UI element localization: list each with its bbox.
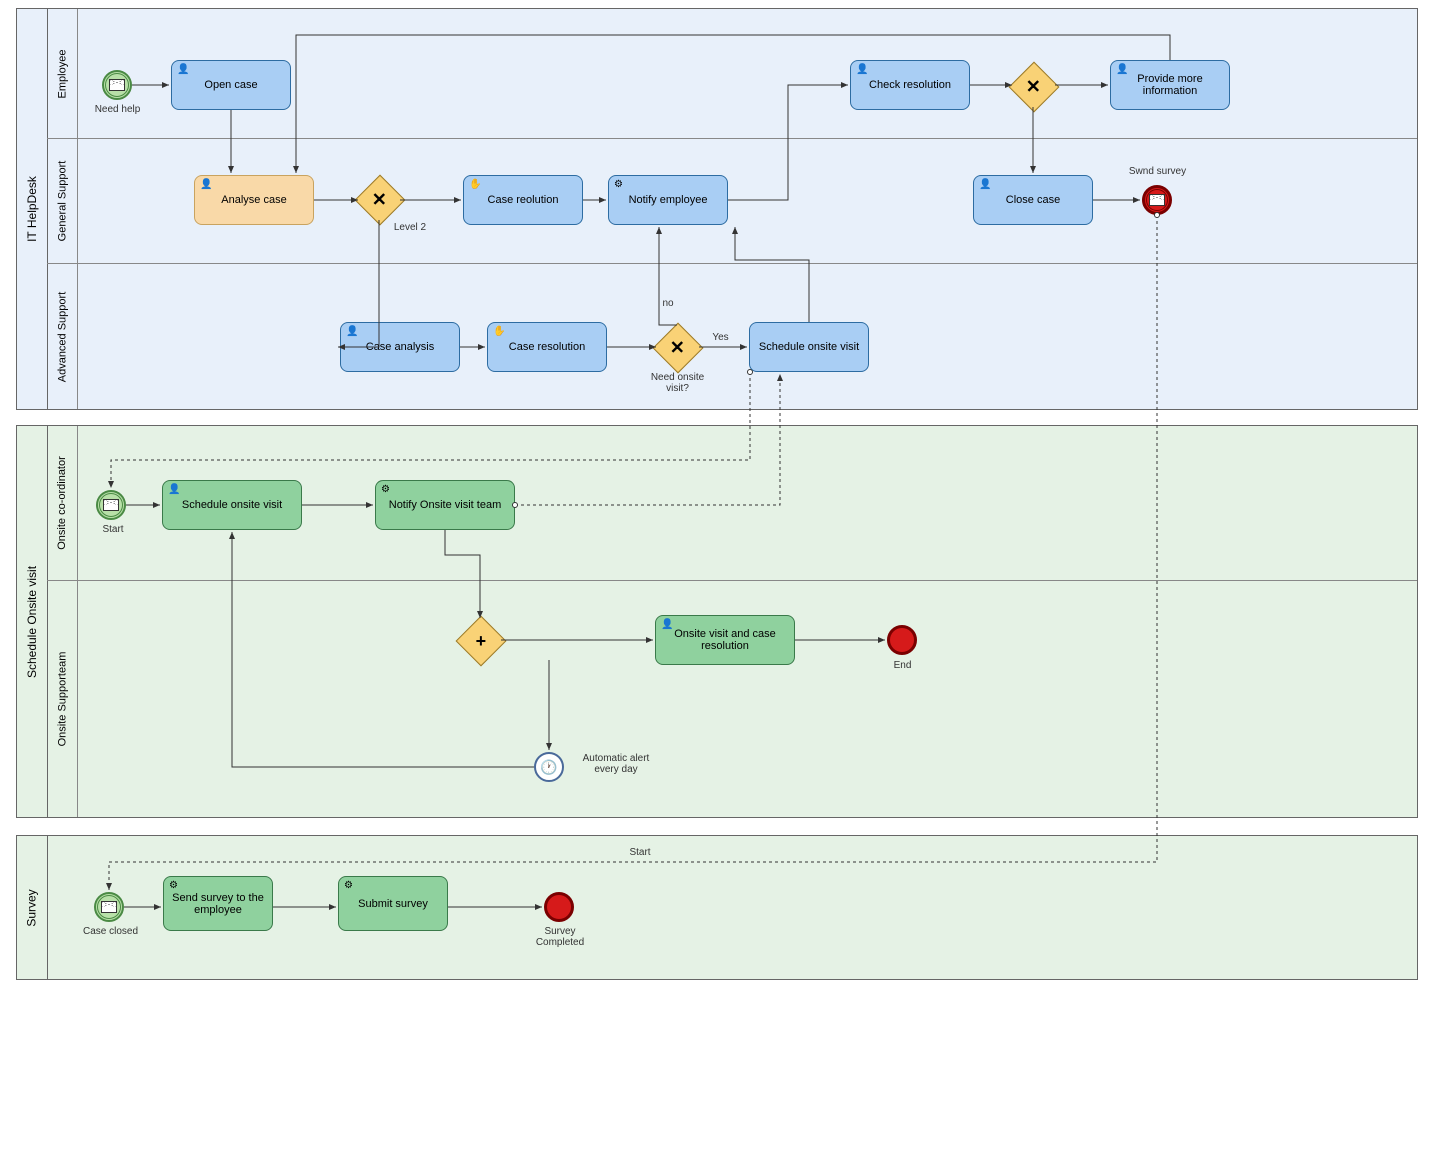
end-event-survey <box>544 892 574 922</box>
plus-icon: + <box>476 630 487 651</box>
lane-header-general: General Support <box>47 139 78 263</box>
lane-title-supportteam: Onsite Supporteam <box>56 652 68 747</box>
task-label: Case analysis <box>366 341 434 353</box>
lane-title-advanced: Advanced Support <box>56 291 68 382</box>
task-label: Schedule onsite visit <box>759 341 859 353</box>
label-case-closed: Case closed <box>78 926 143 937</box>
lane-title-coordinator: Onsite co-ordinator <box>56 456 68 550</box>
user-icon: 👤 <box>1116 64 1128 75</box>
task-label: Onsite visit and case resolution <box>660 628 790 652</box>
task-label: Open case <box>204 79 257 91</box>
user-icon: 👤 <box>661 619 673 630</box>
task-label: Notify employee <box>629 194 708 206</box>
user-icon: 👤 <box>979 179 991 190</box>
label-auto-alert: Automatic alert every day <box>576 753 656 775</box>
label-yes: Yes <box>708 332 733 343</box>
hand-icon: ✋ <box>493 326 505 337</box>
task-provide-more-info: 👤Provide more information <box>1110 60 1230 110</box>
task-label: Submit survey <box>358 898 428 910</box>
pool-header-it-helpdesk: IT HelpDesk <box>17 9 48 409</box>
user-icon: 👤 <box>200 179 212 190</box>
task-label: Analyse case <box>221 194 286 206</box>
task-onsite-resolution: 👤Onsite visit and case resolution <box>655 615 795 665</box>
label-need-help: Need help <box>90 104 145 115</box>
task-close-case: 👤 Close case <box>973 175 1093 225</box>
timer-event: 🕐 <box>534 752 564 782</box>
task-check-resolution: 👤Check resolution <box>850 60 970 110</box>
lane-header-advanced: Advanced Support <box>47 264 78 409</box>
task-notify-employee: ⚙ Notify employee <box>608 175 728 225</box>
x-icon: ✕ <box>372 190 387 211</box>
start-event-need-help <box>102 70 132 100</box>
lane-header-coordinator: Onsite co-ordinator <box>47 426 78 580</box>
task-label: Case reolution <box>488 194 559 206</box>
task-label: Check resolution <box>869 79 951 91</box>
label-no: no <box>658 298 678 309</box>
task-analyse-case: 👤 Analyse case <box>194 175 314 225</box>
label-end: End <box>890 660 915 671</box>
gear-icon: ⚙ <box>344 880 353 891</box>
pool-title-survey: Survey <box>25 889 39 926</box>
gear-icon: ⚙ <box>614 179 623 190</box>
task-case-reolution: ✋ Case reolution <box>463 175 583 225</box>
label-swnd-survey: Swnd survey <box>1120 166 1195 177</box>
lane-title-employee: Employee <box>56 49 68 98</box>
task-label: Case resolution <box>509 341 585 353</box>
lane-title-general: General Support <box>56 161 68 242</box>
label-level2: Level 2 <box>385 222 435 233</box>
end-event-onsite <box>887 625 917 655</box>
user-icon: 👤 <box>177 64 189 75</box>
task-schedule-onsite: Schedule onsite visit <box>749 322 869 372</box>
user-icon: 👤 <box>856 64 868 75</box>
pool-header-schedule: Schedule Onsite visit <box>17 426 48 817</box>
pool-title-it-helpdesk: IT HelpDesk <box>25 176 39 242</box>
task-notify-onsite-team: ⚙ Notify Onsite visit team <box>375 480 515 530</box>
x-icon: ✕ <box>670 338 685 359</box>
label-need-onsite: Need onsite visit? <box>640 372 715 394</box>
gear-icon: ⚙ <box>381 484 390 495</box>
task-case-resolution2: ✋ Case resolution <box>487 322 607 372</box>
task-label: Close case <box>1006 194 1060 206</box>
task-case-analysis: 👤 Case analysis <box>340 322 460 372</box>
x-icon: ✕ <box>1026 77 1041 98</box>
hand-icon: ✋ <box>469 179 481 190</box>
task-label: Provide more information <box>1115 73 1225 97</box>
pool-header-survey: Survey <box>17 836 48 979</box>
gear-icon: ⚙ <box>169 880 178 891</box>
end-event-swnd-survey <box>1142 185 1172 215</box>
start-event-onsite <box>96 490 126 520</box>
user-icon: 👤 <box>168 484 180 495</box>
task-submit-survey: ⚙ Submit survey <box>338 876 448 931</box>
task-label: Send survey to the employee <box>168 892 268 916</box>
task-schedule-onsite2: 👤Schedule onsite visit <box>162 480 302 530</box>
user-icon: 👤 <box>346 326 358 337</box>
lane-header-supportteam: Onsite Supporteam <box>47 581 78 817</box>
task-label: Schedule onsite visit <box>182 499 282 511</box>
label-survey-completed: Survey Completed <box>530 926 590 948</box>
clock-icon: 🕐 <box>540 759 557 776</box>
pool-title-schedule: Schedule Onsite visit <box>25 565 39 677</box>
task-label: Notify Onsite visit team <box>389 499 501 511</box>
label-start2: Start <box>620 847 660 858</box>
task-open-case: 👤 Open case <box>171 60 291 110</box>
task-send-survey: ⚙Send survey to the employee <box>163 876 273 931</box>
lane-header-employee: Employee <box>47 9 78 138</box>
start-event-survey <box>94 892 124 922</box>
label-start: Start <box>98 524 128 535</box>
